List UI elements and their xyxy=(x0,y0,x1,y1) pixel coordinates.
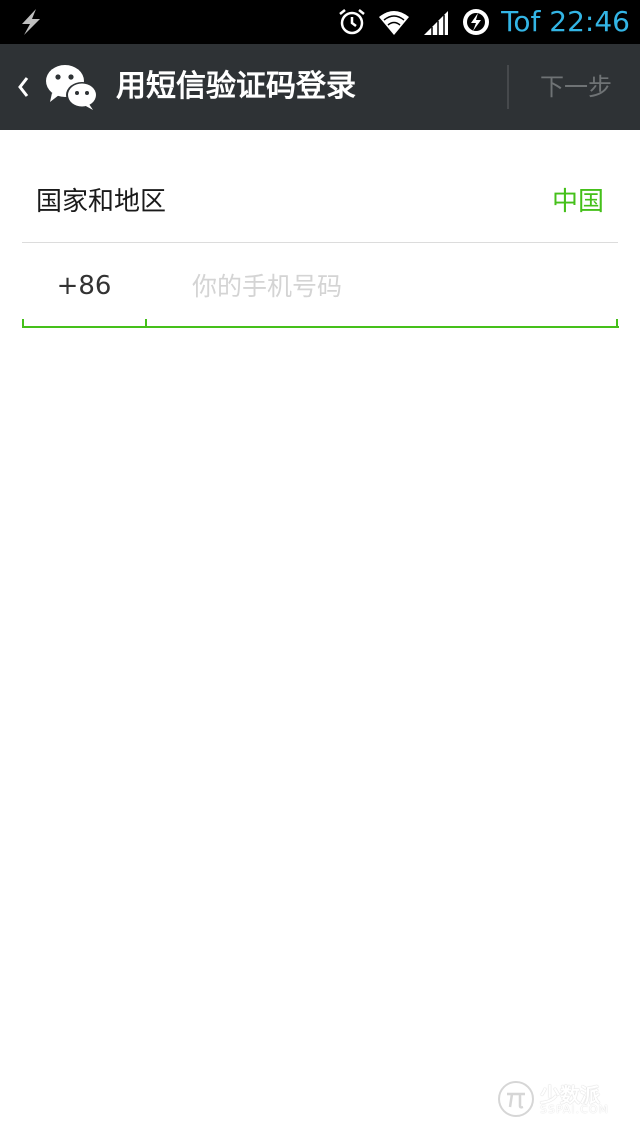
header-divider xyxy=(507,65,509,109)
status-icons: Tof 22:46 xyxy=(337,0,630,44)
country-region-label: 国家和地区 xyxy=(36,187,167,217)
country-region-value: 中国 xyxy=(551,187,604,217)
alarm-clock-icon xyxy=(337,7,367,37)
screen: Tof 22:46 用短信验证码登录 下一步 国家和地区 中国 +86 你的手机… xyxy=(0,0,640,1137)
country-code-field[interactable]: +86 xyxy=(22,243,146,327)
sspai-logo-icon xyxy=(496,1079,536,1123)
watermark-domain: SSPAI.COM xyxy=(540,1103,609,1116)
input-underline xyxy=(22,326,619,328)
phone-number-input[interactable] xyxy=(178,250,608,322)
next-step-button[interactable]: 下一步 xyxy=(512,44,640,130)
country-code-text: +86 xyxy=(56,271,112,301)
status-bar: Tof 22:46 xyxy=(0,0,640,44)
power-saver-icon xyxy=(461,7,491,37)
back-button[interactable] xyxy=(0,44,105,130)
page-title: 用短信验证码登录 xyxy=(116,69,356,104)
wifi-icon xyxy=(377,7,411,37)
watermark: 少数派 SSPAI.COM xyxy=(496,1077,620,1121)
country-region-selector[interactable]: 国家和地区 中国 xyxy=(22,162,618,242)
flash-charging-icon xyxy=(14,6,48,38)
status-time: Tof 22:46 xyxy=(501,5,630,38)
input-underline-tick xyxy=(145,319,147,327)
chevron-left-icon xyxy=(14,74,34,100)
title-bar: 用短信验证码登录 下一步 xyxy=(0,44,640,130)
input-underline-tick xyxy=(22,319,24,327)
cellular-signal-icon xyxy=(421,7,451,37)
wechat-logo-icon xyxy=(44,62,100,112)
input-underline-tick xyxy=(616,319,618,327)
